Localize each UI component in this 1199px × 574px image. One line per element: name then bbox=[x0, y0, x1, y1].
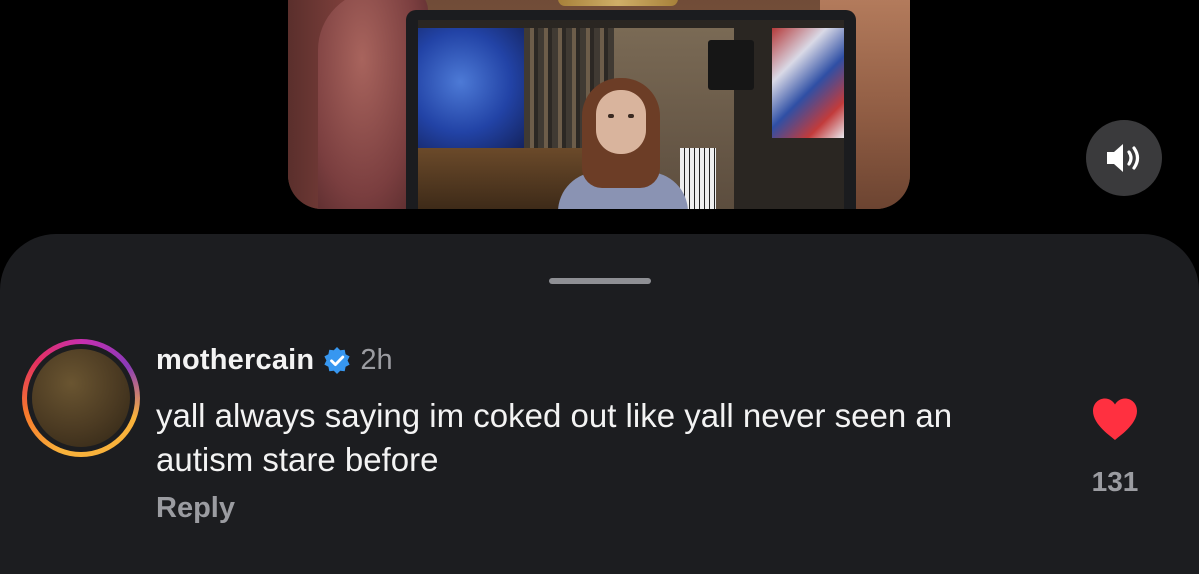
verified-badge-icon bbox=[324, 346, 350, 374]
screen-blue-art bbox=[418, 28, 524, 148]
speaker-on-icon bbox=[1107, 144, 1140, 172]
like-count: 131 bbox=[1091, 466, 1139, 497]
screen-amp bbox=[708, 40, 754, 90]
heart-filled-icon[interactable] bbox=[1090, 396, 1140, 442]
screen-person-eye bbox=[608, 114, 614, 118]
comment-header: mothercain 2h bbox=[156, 344, 393, 377]
video-laptop bbox=[406, 10, 856, 209]
comments-sheet: mothercain 2h yall always saying im coke… bbox=[0, 234, 1199, 574]
screen-person-eye bbox=[628, 114, 634, 118]
sheet-drag-handle[interactable] bbox=[549, 278, 651, 284]
screen-person-face bbox=[596, 90, 646, 154]
screen-poster bbox=[772, 28, 844, 138]
avatar-story-ring[interactable] bbox=[22, 339, 140, 457]
comment-text: yall always saying im coked out like yal… bbox=[156, 397, 953, 478]
comment-timestamp: 2h bbox=[360, 344, 393, 376]
avatar[interactable] bbox=[32, 349, 130, 447]
volume-button[interactable] bbox=[1086, 120, 1162, 196]
reply-button[interactable]: Reply bbox=[156, 492, 235, 525]
reel-video[interactable] bbox=[288, 0, 910, 209]
video-chain bbox=[558, 0, 678, 6]
laptop-screen bbox=[418, 20, 844, 209]
comment-username[interactable]: mothercain bbox=[156, 344, 314, 377]
